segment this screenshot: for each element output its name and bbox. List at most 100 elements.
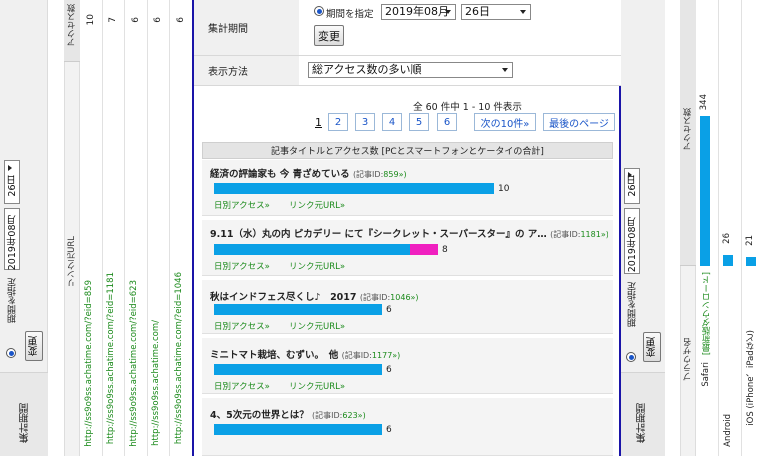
article-id: (記事ID:1177») bbox=[342, 351, 401, 360]
section-header: 記事タイトルとアクセス数 [PCとスマートフォンとケータイの合計] bbox=[202, 142, 613, 159]
referrer-url-link[interactable]: リンク元URL» bbox=[289, 199, 345, 211]
article-title[interactable]: 秋はインドフェス尽くし♪ 2017 bbox=[210, 292, 357, 303]
article-title-line: 9.11（水）丸の内 ピカデリー にて『シークレット・スーパースター』の ア… … bbox=[210, 226, 608, 240]
left-referrer-link[interactable]: http://ss9o9ss.achatime.com/?eid=859 bbox=[84, 280, 94, 447]
left-spacer bbox=[48, 0, 64, 456]
article-title[interactable]: 9.11（水）丸の内 ピカデリー にて『シークレット・スーパースター』の ア… bbox=[210, 229, 547, 240]
referrer-url-link[interactable]: リンク元URL» bbox=[289, 260, 345, 272]
article-id: (記事ID:1046») bbox=[360, 293, 419, 302]
daily-access-link[interactable]: 日別アクセス» bbox=[214, 199, 270, 211]
right-period-label: 集計期間 bbox=[637, 403, 648, 443]
article-title-line: 4、5次元の世界とは？ (記事ID:623») bbox=[210, 407, 608, 421]
left-row-count: 6 bbox=[153, 17, 163, 23]
browser-access-bar bbox=[700, 116, 710, 266]
page-link-3[interactable]: 3 bbox=[355, 113, 375, 131]
right-day-select[interactable]: 26日 bbox=[624, 168, 640, 204]
page-link-6[interactable]: 6 bbox=[437, 113, 457, 131]
period-label: 集計期間 bbox=[208, 24, 248, 35]
left-change-button[interactable]: 変更 bbox=[25, 331, 43, 361]
browser-access-count: 21 bbox=[745, 235, 755, 246]
article-id: (記事ID:623») bbox=[312, 411, 366, 420]
right-change-button[interactable]: 変更 bbox=[643, 332, 661, 362]
daily-access-link[interactable]: 日別アクセス» bbox=[214, 380, 270, 392]
right-browser-header: ブラウザ名 bbox=[683, 338, 693, 381]
article-title-line: 秋はインドフェス尽くし♪ 2017 (記事ID:1046») bbox=[210, 289, 608, 303]
article-title[interactable]: 経済の評論家も 今 青ざめている bbox=[210, 169, 350, 180]
month-select[interactable]: 2019年08月 bbox=[381, 4, 456, 20]
left-period-radio[interactable] bbox=[6, 348, 16, 358]
article-id-prefix: (記事ID: bbox=[550, 230, 581, 239]
right-browser-names: [最新版ダウンロード] Safari Android iOS (iPhone、i… bbox=[698, 266, 764, 456]
browser-access-count: 26 bbox=[722, 233, 732, 244]
page-link-4[interactable]: 4 bbox=[382, 113, 402, 131]
access-count: 6 bbox=[386, 305, 392, 315]
left-month-select[interactable]: 2019年08月 bbox=[4, 208, 20, 270]
daily-access-link[interactable]: 日別アクセス» bbox=[214, 260, 270, 272]
browser-name: Android bbox=[723, 414, 733, 447]
display-value-cell: 総アクセス数の多い順 bbox=[299, 56, 621, 86]
left-period-label: 集計期間 bbox=[20, 403, 31, 443]
left-referrer-link[interactable]: http://ss9o9ss.achatime.com/?eid=623 bbox=[129, 280, 139, 447]
chevron-down-icon bbox=[445, 10, 451, 14]
browser-name: iOS (iPhone、iPadなど) bbox=[746, 330, 756, 426]
article-id: (記事ID:1181») bbox=[550, 230, 608, 239]
right-spacer bbox=[665, 0, 680, 456]
article-title-line: 経済の評論家も 今 青ざめている (記事ID:859») bbox=[210, 166, 608, 180]
article-row: 4、5次元の世界とは？ (記事ID:623») 6 bbox=[202, 398, 613, 456]
right-period-radio[interactable] bbox=[626, 352, 636, 362]
sort-select[interactable]: 総アクセス数の多い順 bbox=[308, 62, 513, 78]
right-radio-label: 期間を指定 bbox=[628, 282, 638, 327]
article-id-link[interactable]: 623 bbox=[342, 411, 357, 420]
next-page-button[interactable]: 次の10件» bbox=[474, 113, 536, 131]
right-chevron-icon bbox=[628, 172, 632, 178]
right-period-controls: 期間を指定 2019年08月 26日 bbox=[622, 168, 642, 364]
day-select[interactable]: 26日 bbox=[461, 4, 531, 20]
page-link-2[interactable]: 2 bbox=[328, 113, 348, 131]
right-month-select[interactable]: 2019年08月 bbox=[624, 208, 640, 274]
left-access-header-cell: アクセス数 bbox=[64, 0, 80, 62]
referrer-url-link[interactable]: リンク元URL» bbox=[289, 320, 345, 332]
browser-name: Safari bbox=[701, 362, 711, 387]
period-radio[interactable] bbox=[314, 6, 324, 16]
article-id-suffix[interactable]: ») bbox=[358, 411, 366, 420]
last-page-button[interactable]: 最後のページ bbox=[543, 113, 615, 131]
access-bar-blue bbox=[214, 183, 494, 194]
browser-access-count: 344 bbox=[699, 94, 709, 111]
article-id-suffix[interactable]: ») bbox=[392, 351, 400, 360]
article-id-suffix[interactable]: ») bbox=[411, 293, 419, 302]
article-list: 経済の評論家も 今 青ざめている (記事ID:859») 10 日別アクセス» … bbox=[202, 160, 613, 456]
left-day-select[interactable]: 26日 bbox=[4, 160, 20, 204]
article-id-link[interactable]: 1046 bbox=[390, 293, 410, 302]
article-row: 9.11（水）丸の内 ピカデリー にて『シークレット・スーパースター』の ア… … bbox=[202, 220, 613, 276]
left-radio-label: 期間を指定 bbox=[8, 278, 18, 323]
article-row: 秋はインドフェス尽くし♪ 2017 (記事ID:1046») 6 日別アクセス»… bbox=[202, 280, 613, 334]
daily-access-link[interactable]: 日別アクセス» bbox=[214, 320, 270, 332]
display-label: 表示方法 bbox=[208, 67, 248, 78]
chevron-down-icon bbox=[520, 10, 526, 14]
browser-download-link[interactable]: [最新版ダウンロード] bbox=[701, 272, 713, 355]
article-row: ミニトマト栽培、むずい。 他 (記事ID:1177») 6 日別アクセス» リン… bbox=[202, 338, 613, 394]
referrer-url-link[interactable]: リンク元URL» bbox=[289, 380, 345, 392]
article-title[interactable]: 4、5次元の世界とは？ bbox=[210, 410, 309, 421]
article-id-suffix[interactable]: ») bbox=[399, 170, 407, 179]
right-period-label-cell: 集計期間 bbox=[621, 372, 665, 456]
article-id-link[interactable]: 859 bbox=[383, 170, 398, 179]
left-referrer-link[interactable]: http://ss9o9ss.achatime.com/?eid=1046 bbox=[174, 272, 184, 444]
access-count: 8 bbox=[442, 245, 448, 255]
article-id-link[interactable]: 1177 bbox=[372, 351, 392, 360]
right-access-header-cell: アクセス数 bbox=[680, 0, 696, 266]
radio-label: 期間を指定 bbox=[326, 9, 374, 20]
access-bar-blue bbox=[214, 304, 382, 315]
left-period-label-cell: 集計期間 bbox=[0, 372, 48, 456]
article-id-suffix[interactable]: ») bbox=[601, 230, 608, 239]
chevron-down-icon bbox=[502, 68, 508, 72]
left-referrer-link[interactable]: http://ss9o9ss.achatime.com/?eid=1181 bbox=[106, 272, 116, 444]
page-link-5[interactable]: 5 bbox=[409, 113, 429, 131]
left-referrer-link[interactable]: http://ss9o9ss.achatime.com/ bbox=[151, 320, 161, 446]
change-button[interactable]: 変更 bbox=[314, 25, 344, 46]
browser-access-bar bbox=[723, 255, 733, 266]
access-bar-pink bbox=[410, 244, 438, 255]
article-title[interactable]: ミニトマト栽培、むずい。 他 bbox=[210, 350, 338, 361]
page-current: 1 bbox=[315, 116, 322, 129]
article-id-link[interactable]: 1181 bbox=[580, 230, 600, 239]
